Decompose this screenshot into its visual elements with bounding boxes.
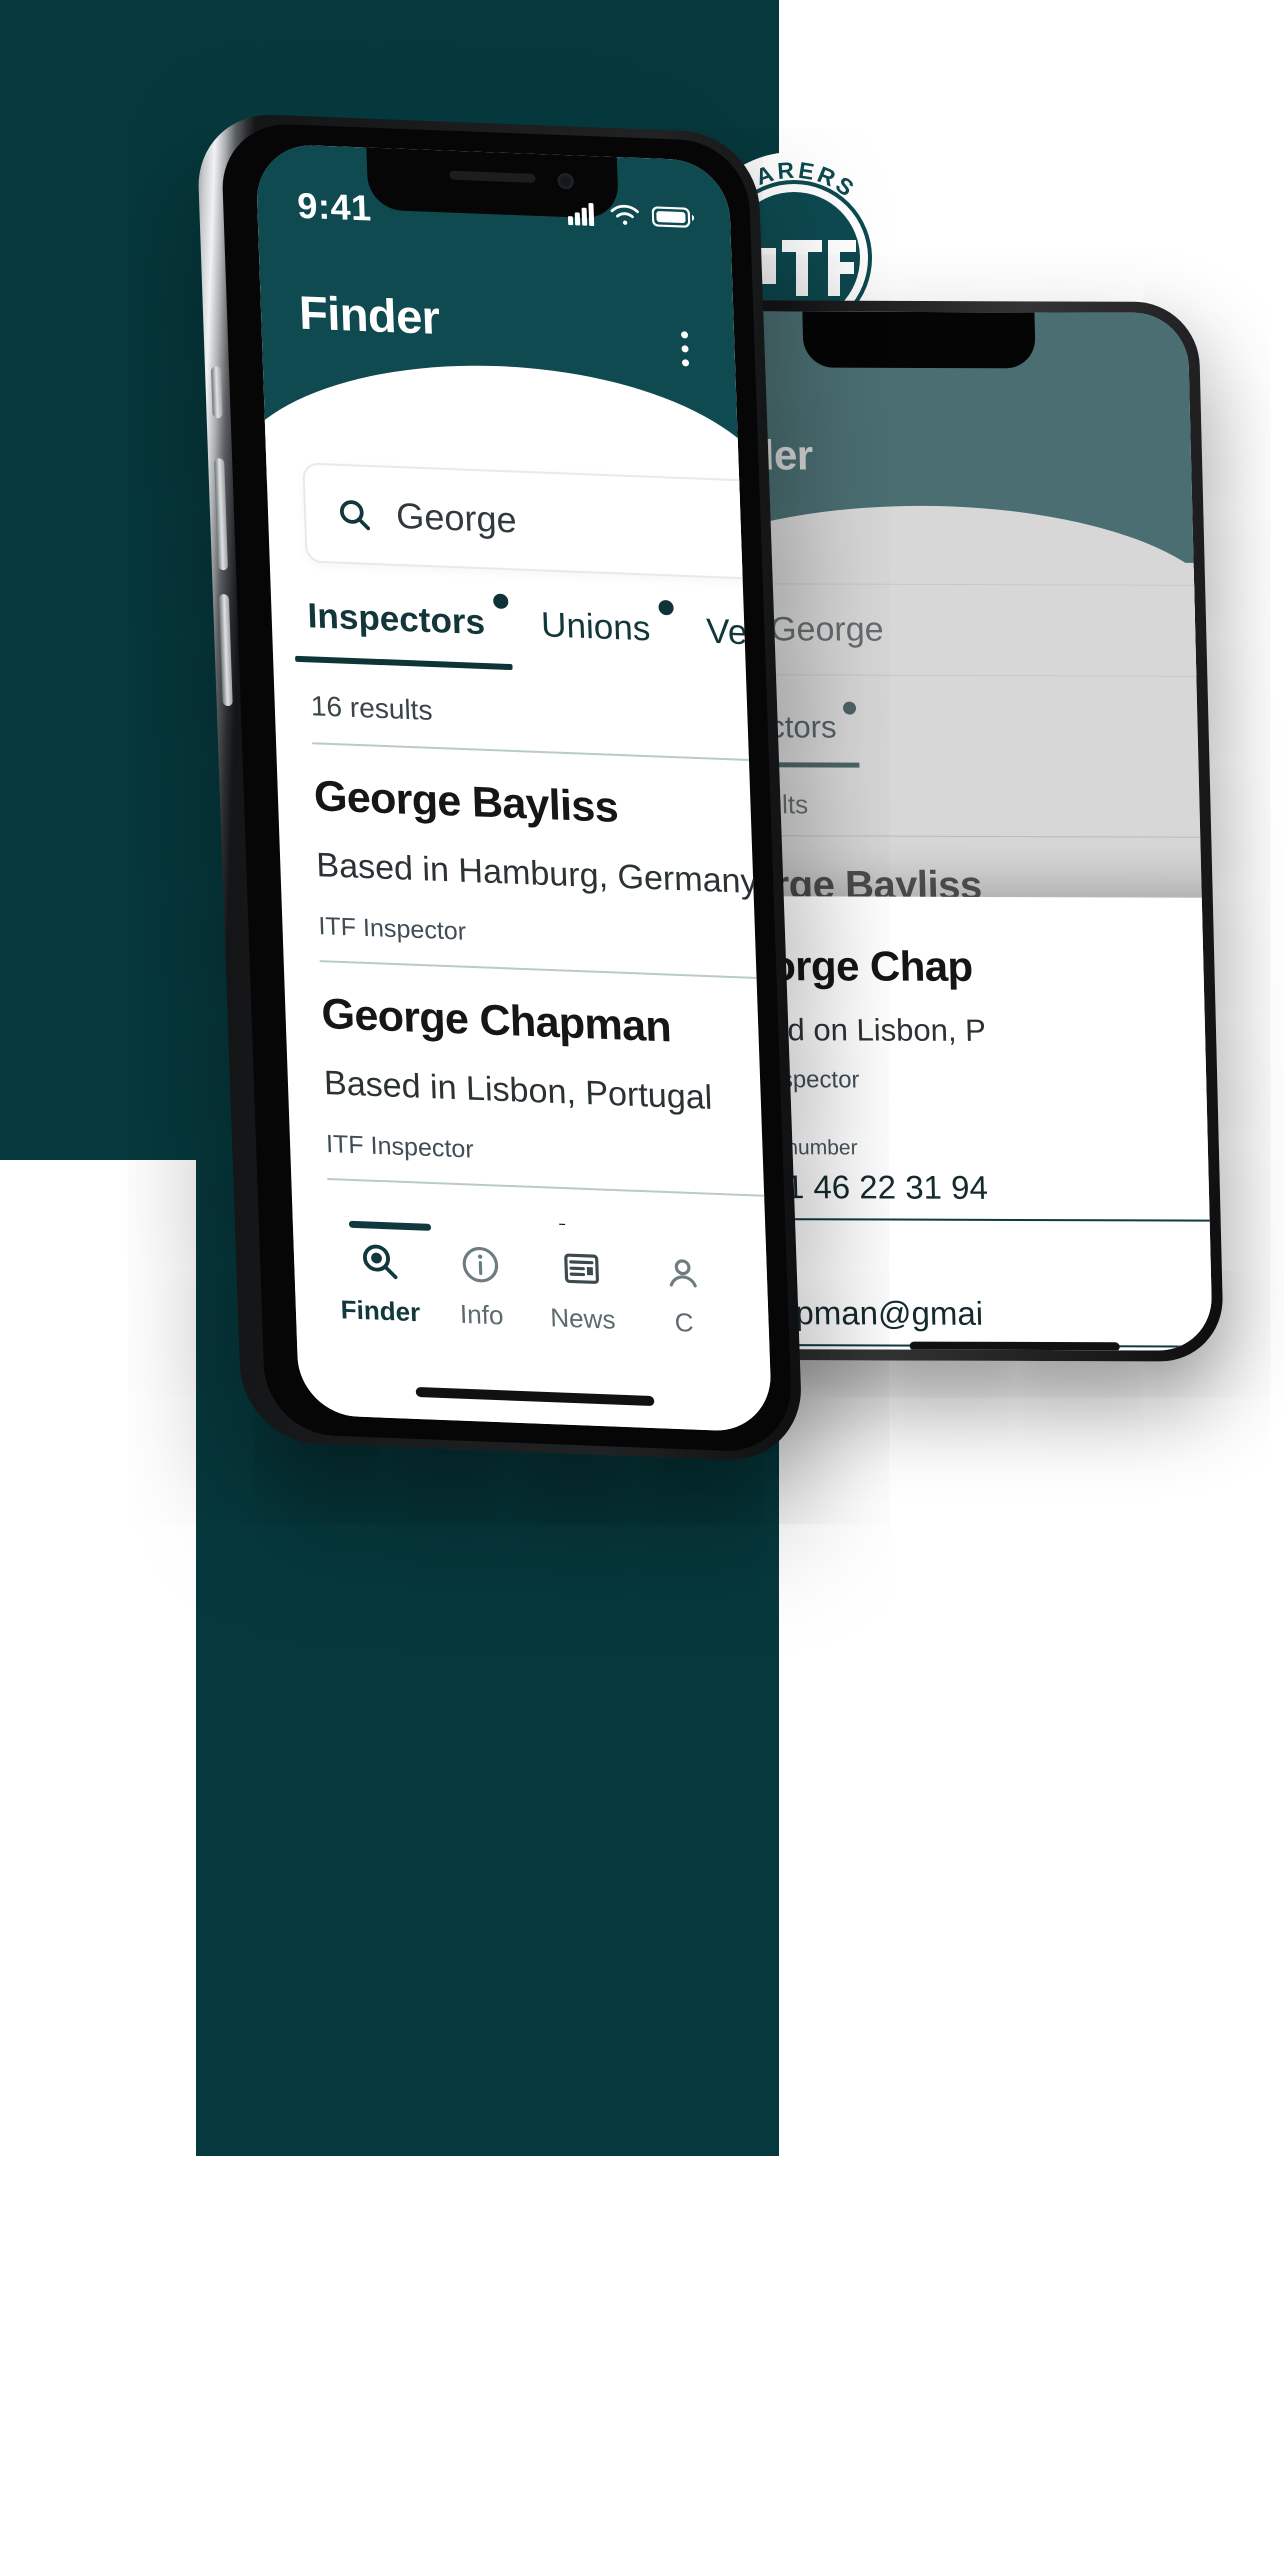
news-paper-icon xyxy=(559,1247,603,1291)
phone-front-bezel: 9:41 Finder George Inspectors Unions Ves… xyxy=(220,121,794,1454)
kebab-dot xyxy=(680,331,689,339)
front-results-count: 16 results xyxy=(310,690,433,726)
contact-icon xyxy=(661,1251,705,1295)
earpiece-speaker-icon xyxy=(449,170,536,183)
white-left-strip xyxy=(0,1160,196,2560)
tab-inspectors[interactable]: Inspectors xyxy=(306,593,509,643)
result-role: ITF Inspector xyxy=(325,1129,475,1164)
result-role: ITF Inspector xyxy=(317,912,467,946)
phone-front-frame: 9:41 Finder George Inspectors Unions Ves… xyxy=(196,112,804,1463)
nav-item-news[interactable]: News xyxy=(530,1246,634,1337)
tab-label: Inspectors xyxy=(306,596,486,643)
tab-vessels[interactable]: Vessels xyxy=(706,612,773,657)
phone-front-screen: 9:41 Finder George Inspectors Unions Ves… xyxy=(255,143,773,1433)
list-divider xyxy=(319,960,773,986)
tab-dot-icon xyxy=(492,593,509,610)
screenshot-stage: SEAFARERS 9:41 Finder xyxy=(0,0,1284,2560)
nav-item-contact[interactable]: C xyxy=(631,1250,735,1341)
teal-left-strip xyxy=(0,0,196,1160)
tab-dot-icon xyxy=(658,599,674,616)
tab-label: Unions xyxy=(540,605,651,649)
result-location: Based in Lisbon, Portugal xyxy=(323,1064,713,1117)
front-status-time: 9:41 xyxy=(296,184,373,229)
search-icon xyxy=(335,496,372,533)
result-location: Based in Hamburg, Germany xyxy=(315,846,759,902)
volume-down-button[interactable] xyxy=(218,593,233,707)
front-app-title: Finder xyxy=(298,285,441,344)
kebab-dot xyxy=(681,345,689,353)
kebab-dot xyxy=(681,359,690,367)
front-status-icons xyxy=(567,201,696,230)
front-tab-bar[interactable]: Inspectors Unions Vessels xyxy=(306,593,773,660)
result-name[interactable]: George Bayliss xyxy=(313,772,619,833)
result-name[interactable]: Adam Georges xyxy=(336,1426,636,1433)
info-circle-icon xyxy=(458,1243,502,1287)
front-camera-icon xyxy=(557,172,574,190)
nav-label: C xyxy=(674,1307,694,1338)
nav-item-finder[interactable]: Finder xyxy=(327,1238,431,1329)
tab-unions[interactable]: Unions xyxy=(540,599,674,649)
tab-label: Vessels xyxy=(705,611,773,656)
detail-role: ITF Inspector xyxy=(718,1066,860,1094)
search-magnifier-icon xyxy=(357,1239,401,1283)
front-search-field[interactable]: George xyxy=(302,462,773,586)
back-notch xyxy=(802,311,1036,369)
volume-up-button[interactable] xyxy=(214,458,229,571)
result-name[interactable]: George Chapman xyxy=(321,990,672,1052)
nav-label: Info xyxy=(459,1298,504,1331)
phone-mockup-front: 9:41 Finder George Inspectors Unions Ves… xyxy=(196,112,804,1463)
cellular-bars-icon xyxy=(567,201,598,227)
wifi-icon xyxy=(609,203,640,228)
detail-location: Based on Lisbon, P xyxy=(716,1012,987,1048)
detail-name: George Chap xyxy=(714,942,974,990)
front-search-value: George xyxy=(395,494,518,541)
nav-item-info[interactable]: Info xyxy=(429,1242,533,1333)
kebab-menu-icon[interactable] xyxy=(680,331,690,367)
detail-phone-label: Phone number xyxy=(719,1136,858,1160)
home-indicator xyxy=(909,1341,1120,1351)
battery-icon xyxy=(651,204,697,230)
nav-label: Finder xyxy=(340,1294,421,1328)
list-divider xyxy=(327,1177,773,1204)
mute-switch[interactable] xyxy=(210,366,223,419)
detail-field-underline xyxy=(721,1217,1213,1222)
list-divider xyxy=(312,742,773,768)
nav-label: News xyxy=(549,1302,616,1335)
